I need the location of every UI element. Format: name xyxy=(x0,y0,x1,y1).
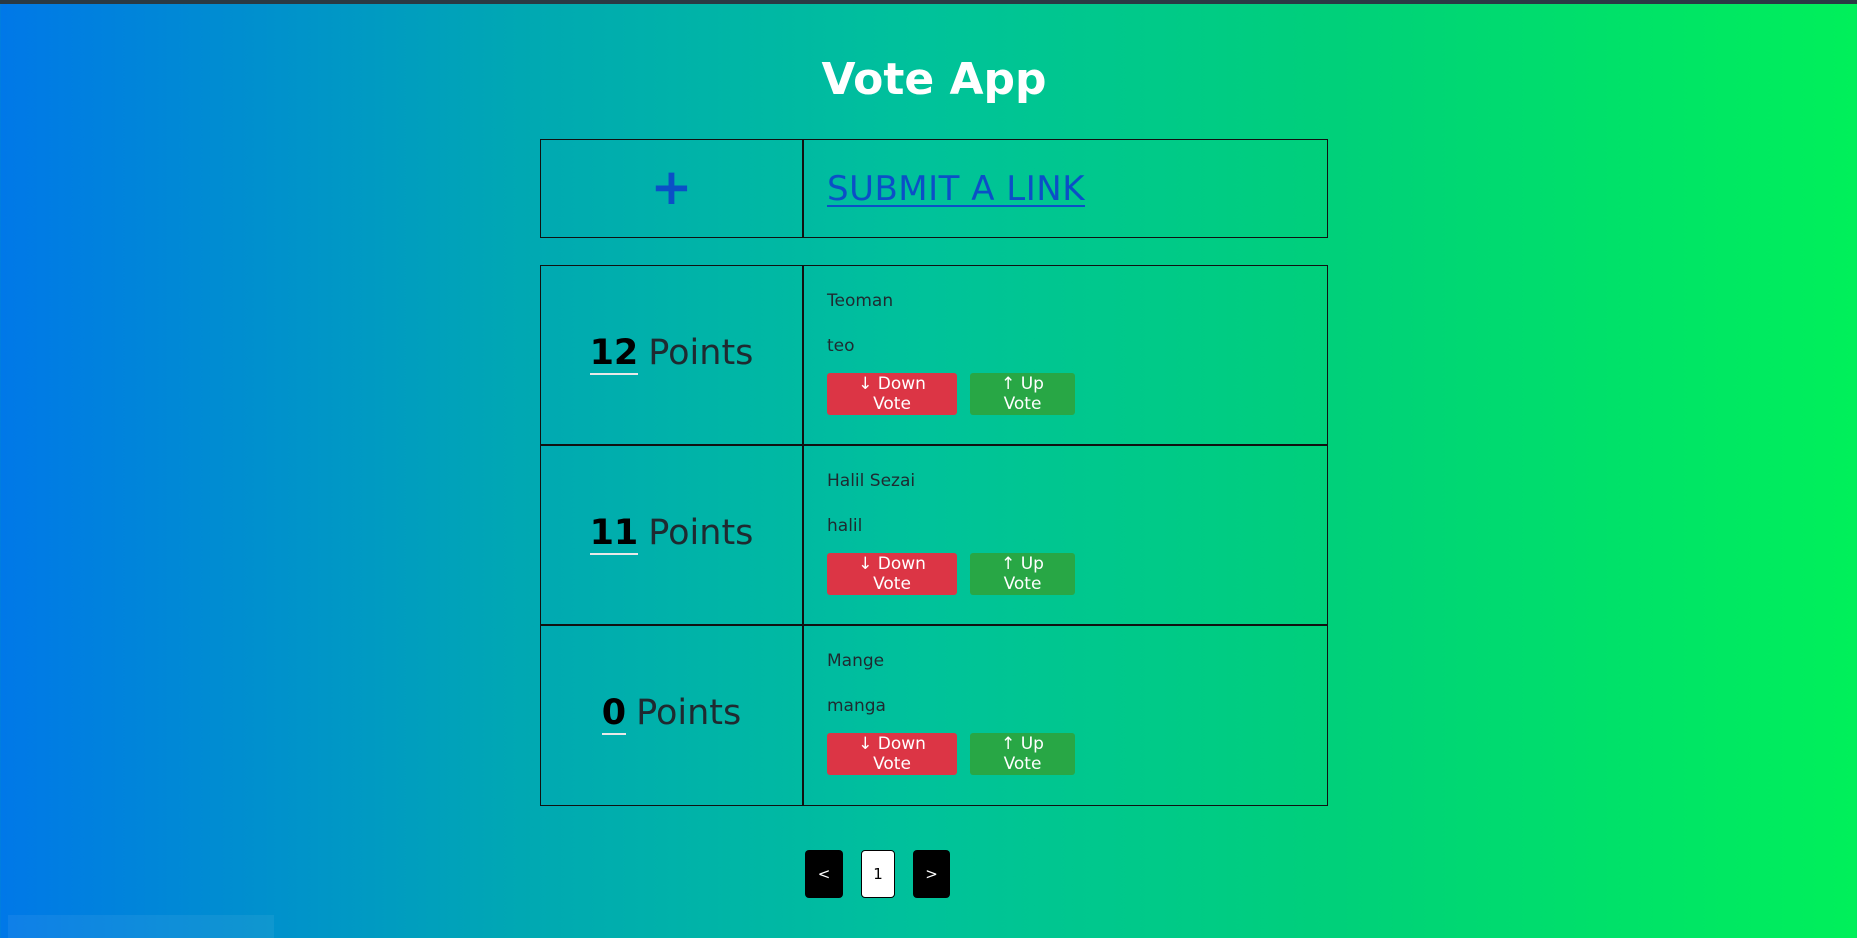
link-info: Mange manga ↓ Down Vote ↑ Up Vote xyxy=(804,626,1327,805)
window-top-border xyxy=(0,0,1857,4)
link-row: 11 Points Halil Sezai halil ↓ Down Vote … xyxy=(541,446,1327,626)
pagination: < 1 > xyxy=(805,850,950,898)
up-vote-button[interactable]: ↑ Up Vote xyxy=(970,373,1075,415)
link-url: manga xyxy=(827,696,886,716)
points-value: 0 xyxy=(601,693,627,735)
link-row: 0 Points Mange manga ↓ Down Vote ↑ Up Vo… xyxy=(541,626,1327,805)
page-number-button[interactable]: 1 xyxy=(861,850,895,898)
next-page-button[interactable]: > xyxy=(913,850,950,898)
link-url: halil xyxy=(827,516,863,536)
points-cell: 11 Points xyxy=(541,446,804,624)
points-label: Points xyxy=(648,332,754,373)
down-vote-button[interactable]: ↓ Down Vote xyxy=(827,733,957,775)
up-vote-button[interactable]: ↑ Up Vote xyxy=(970,733,1075,775)
up-vote-button[interactable]: ↑ Up Vote xyxy=(970,553,1075,595)
link-name: Teoman xyxy=(827,291,894,311)
link-row: 12 Points Teoman teo ↓ Down Vote ↑ Up Vo… xyxy=(541,266,1327,446)
vote-buttons: ↓ Down Vote ↑ Up Vote xyxy=(827,553,1327,595)
points-label: Points xyxy=(648,512,754,553)
page-title: Vote App xyxy=(821,54,1047,105)
link-url: teo xyxy=(827,336,855,356)
link-info: Teoman teo ↓ Down Vote ↑ Up Vote xyxy=(804,266,1327,444)
points-label: Points xyxy=(636,693,742,733)
link-info: Halil Sezai halil ↓ Down Vote ↑ Up Vote xyxy=(804,446,1327,624)
link-name: Mange xyxy=(827,651,885,671)
submit-icon-cell: + xyxy=(541,140,804,237)
points-value: 11 xyxy=(589,512,639,555)
vote-buttons: ↓ Down Vote ↑ Up Vote xyxy=(827,373,1327,415)
vote-buttons: ↓ Down Vote ↑ Up Vote xyxy=(827,733,1327,775)
points-cell: 0 Points xyxy=(541,626,804,805)
submit-link[interactable]: SUBMIT A LINK xyxy=(827,169,1085,209)
points-value: 12 xyxy=(589,332,639,375)
previous-page-button[interactable]: < xyxy=(805,850,843,898)
submit-link-panel: + SUBMIT A LINK xyxy=(540,139,1328,238)
down-vote-button[interactable]: ↓ Down Vote xyxy=(827,373,957,415)
link-name: Halil Sezai xyxy=(827,471,916,491)
points-cell: 12 Points xyxy=(541,266,804,444)
down-vote-button[interactable]: ↓ Down Vote xyxy=(827,553,957,595)
plus-icon[interactable]: + xyxy=(651,162,693,212)
status-overlay xyxy=(8,915,274,938)
links-list: 12 Points Teoman teo ↓ Down Vote ↑ Up Vo… xyxy=(540,265,1328,806)
submit-link-cell: SUBMIT A LINK xyxy=(804,140,1327,237)
